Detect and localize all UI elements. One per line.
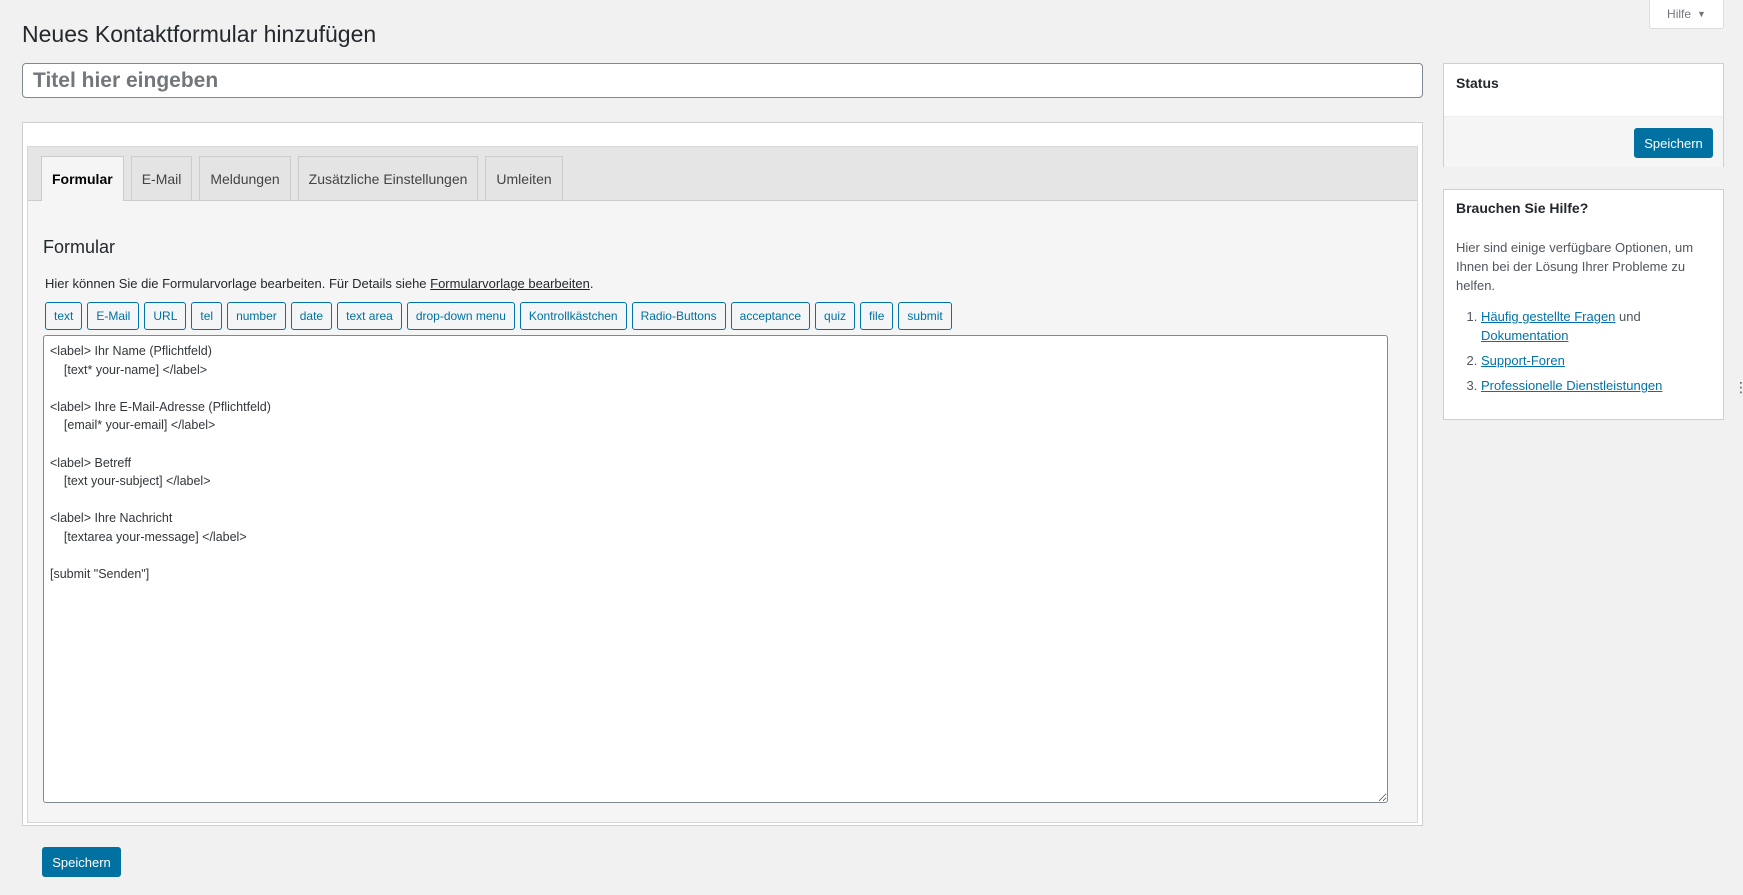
faq-link[interactable]: Häufig gestellte Fragen [1481,309,1615,324]
panel-description-suffix: . [589,276,594,291]
tag-button-acceptance[interactable]: acceptance [730,302,811,330]
tag-button-submit[interactable]: submit [898,302,952,330]
help-option-and: und [1615,309,1641,324]
help-tab-label: Hilfe [1667,7,1692,21]
form-editor-box: Formular E-Mail Meldungen Zusätzliche Ei… [22,122,1423,826]
panel-description-text: Hier können Sie die Formularvorlage bear… [45,276,431,291]
tab-panel-formular: Formular Hier können Sie die Formularvor… [28,200,1417,822]
help-option-3: Professionelle Dienstleistungen [1481,376,1711,395]
tag-button-textarea[interactable]: text area [337,302,402,330]
help-option-1: Häufig gestellte Fragen und Dokumentatio… [1481,307,1711,345]
tag-button-email[interactable]: E-Mail [87,302,140,330]
status-title: Status [1444,64,1723,117]
tag-button-file[interactable]: file [860,302,894,330]
tag-button-checkbox[interactable]: Kontrollkästchen [519,302,627,330]
tab-email[interactable]: E-Mail [130,156,193,200]
tag-button-text[interactable]: text [45,302,83,330]
tag-button-date[interactable]: date [290,302,333,330]
tab-list: Formular E-Mail Meldungen Zusätzliche Ei… [41,156,563,201]
tag-button-url[interactable]: URL [144,302,187,330]
support-forums-link[interactable]: Support-Foren [1481,353,1565,368]
help-box: Brauchen Sie Hilfe? Hier sind einige ver… [1443,189,1724,420]
form-template-link[interactable]: Formularvorlage bearbeiten [430,276,590,291]
status-box: Status Speichern [1443,63,1724,167]
help-box-intro: Hier sind einige verfügbare Optionen, um… [1456,240,1694,293]
save-button-bottom[interactable]: Speichern [42,847,121,877]
tab-formular[interactable]: Formular [41,156,124,201]
tab-zusaetzliche-einstellungen[interactable]: Zusätzliche Einstellungen [297,156,479,200]
save-button-sidebar[interactable]: Speichern [1634,128,1713,158]
tab-meldungen[interactable]: Meldungen [199,156,291,200]
professional-services-link[interactable]: Professionelle Dienstleistungen [1481,378,1662,393]
tabs-area: Formular E-Mail Meldungen Zusätzliche Ei… [27,146,1418,823]
page-title: Neues Kontaktformular hinzufügen [22,21,377,47]
caret-down-icon: ▼ [1697,9,1706,19]
tag-generator-buttons: text E-Mail URL tel number date text are… [45,302,952,330]
tag-button-quiz[interactable]: quiz [815,302,856,330]
help-tab-button[interactable]: Hilfe ▼ [1649,0,1724,29]
help-box-body: Hier sind einige verfügbare Optionen, um… [1444,216,1723,395]
tag-button-dropdown[interactable]: drop-down menu [406,302,515,330]
status-actions: Speichern [1444,117,1723,167]
title-input[interactable] [22,63,1423,98]
tag-button-radio[interactable]: Radio-Buttons [631,302,726,330]
panel-title: Formular [43,237,116,257]
form-template-editor[interactable]: <label> Ihr Name (Pflichtfeld) [text* yo… [43,335,1388,803]
kebab-menu-icon[interactable]: ⋮ [1734,380,1743,394]
docs-link[interactable]: Dokumentation [1481,328,1568,343]
tag-button-number[interactable]: number [227,302,286,330]
help-box-title: Brauchen Sie Hilfe? [1456,200,1589,216]
tag-button-tel[interactable]: tel [191,302,223,330]
tab-umleiten[interactable]: Umleiten [485,156,563,200]
help-option-2: Support-Foren [1481,351,1711,370]
panel-description: Hier können Sie die Formularvorlage bear… [45,276,593,291]
help-options-list: Häufig gestellte Fragen und Dokumentatio… [1456,307,1711,395]
